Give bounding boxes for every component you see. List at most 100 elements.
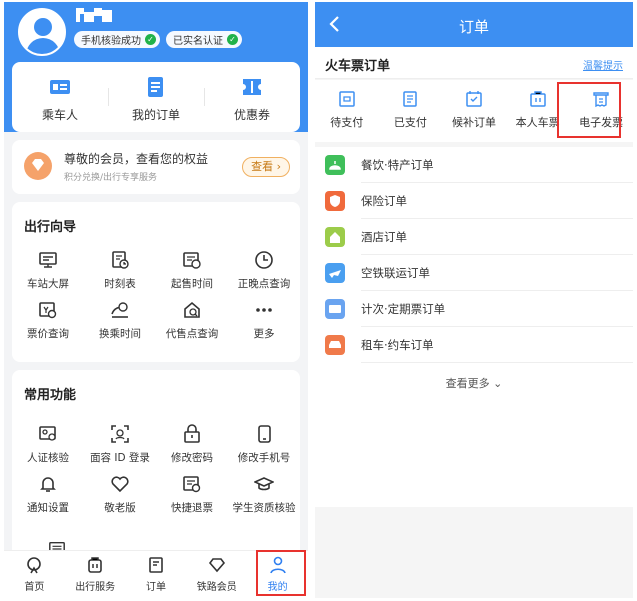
guide-item-transfer-time[interactable]: 换乘时间 xyxy=(84,300,156,350)
status-label: 已支付 xyxy=(393,116,427,129)
divider xyxy=(361,362,633,363)
period-ticket-icon xyxy=(325,299,345,319)
guide-item-agency-query[interactable]: 代售点查询 xyxy=(156,300,228,350)
order-item-label: 计次·定期票订单 xyxy=(361,302,446,316)
orders-page: 订单 火车票订单 温馨提示 待支付 已支付 候补订单 本人车票 电子发票 餐饮·… xyxy=(315,2,633,598)
status-pending-payment[interactable]: 待支付 xyxy=(315,80,379,142)
paid-icon xyxy=(403,91,418,107)
quick-link-my-orders[interactable]: 我的订单 xyxy=(108,62,204,132)
member-banner[interactable]: 尊敬的会员，查看您的权益 积分兑换/出行专享服务 查看 › xyxy=(12,140,300,194)
avatar[interactable] xyxy=(18,8,66,56)
refund-icon xyxy=(183,476,201,493)
clock-icon xyxy=(255,251,273,269)
func-item-elderly-mode[interactable]: 敬老版 xyxy=(84,474,156,524)
other-orders-list: 餐饮·特产订单 保险订单 酒店订单 空铁联运订单 计次·定期票订单 租车·约车订… xyxy=(315,147,633,507)
timetable-icon xyxy=(112,251,129,269)
face-id-icon xyxy=(111,425,129,443)
order-item-label: 餐饮·特产订单 xyxy=(361,158,434,172)
quick-link-coupons[interactable]: 优惠券 xyxy=(204,62,300,132)
tab-travel-service[interactable]: 出行服务 xyxy=(65,551,126,598)
coupon-icon xyxy=(243,79,261,95)
grid-label: 修改密码 xyxy=(171,452,213,464)
avatar-body-shape xyxy=(26,38,60,54)
func-item-notification-settings[interactable]: 通知设置 xyxy=(12,474,84,524)
phone-icon xyxy=(258,425,271,443)
avatar-head-shape xyxy=(34,18,52,36)
hotel-icon xyxy=(325,227,345,247)
mine-tab-highlight xyxy=(256,550,306,596)
id-verify-icon xyxy=(39,426,56,441)
badge-label: 手机核验成功 xyxy=(81,36,141,47)
order-item-insurance[interactable]: 保险订单 xyxy=(315,183,633,219)
func-item-change-phone[interactable]: 修改手机号 xyxy=(228,424,300,474)
order-item-hotel[interactable]: 酒店订单 xyxy=(315,219,633,255)
grid-label: 快捷退票 xyxy=(171,502,213,514)
func-item-quick-refund[interactable]: 快捷退票 xyxy=(156,474,228,524)
order-item-label: 租车·约车订单 xyxy=(361,338,434,352)
train-orders-header: 火车票订单 温馨提示 xyxy=(315,47,633,79)
own-ticket-icon xyxy=(529,91,546,107)
check-icon: ✓ xyxy=(227,34,238,45)
guide-item-timetable[interactable]: 时刻表 xyxy=(84,250,156,300)
guide-item-more[interactable]: 更多 xyxy=(228,300,300,350)
guide-item-station-screen[interactable]: 车站大屏 xyxy=(12,250,84,300)
grid-label: 修改手机号 xyxy=(237,452,291,464)
check-icon: ✓ xyxy=(145,34,156,45)
tab-orders[interactable]: 订单 xyxy=(126,551,187,598)
grid-label: 更多 xyxy=(253,328,275,340)
diamond-icon xyxy=(24,152,52,180)
my-page: 手机核验成功 ✓ 已实名认证 ✓ 乘车人 我的订单 优惠券 尊敬的会员，查看您的… xyxy=(4,2,308,598)
car-icon xyxy=(325,335,345,355)
grid-label: 票价查询 xyxy=(27,328,69,340)
quick-link-passenger[interactable]: 乘车人 xyxy=(12,62,108,132)
grid-label: 敬老版 xyxy=(104,502,136,514)
member-banner-subtitle: 积分兑换/出行专享服务 xyxy=(64,173,158,183)
view-more-link[interactable]: 查看更多 ⌄ xyxy=(315,375,633,391)
quick-link-label: 我的订单 xyxy=(131,108,180,122)
func-item-student-verify[interactable]: 学生资质核验 xyxy=(228,474,300,524)
quick-link-label: 优惠券 xyxy=(233,108,270,122)
order-item-food[interactable]: 餐饮·特产订单 xyxy=(315,147,633,183)
view-benefits-button[interactable]: 查看 › xyxy=(242,157,290,177)
grid-label: 换乘时间 xyxy=(99,328,141,340)
home-icon xyxy=(27,557,42,574)
guide-item-fare-query[interactable]: 票价查询 xyxy=(12,300,84,350)
bell-icon xyxy=(40,477,56,492)
train-orders-title: 火车票订单 xyxy=(325,59,391,74)
tab-home[interactable]: 首页 xyxy=(4,551,65,598)
air-rail-icon xyxy=(325,263,345,283)
agency-query-icon xyxy=(184,301,200,318)
grid-label: 车站大屏 xyxy=(27,278,69,290)
status-paid[interactable]: 已支付 xyxy=(379,80,443,142)
view-button-label: 查看 xyxy=(251,160,274,173)
order-item-air-rail[interactable]: 空铁联运订单 xyxy=(315,255,633,291)
order-tab-icon xyxy=(149,557,163,573)
func-item-change-password[interactable]: 修改密码 xyxy=(156,424,228,474)
guide-item-sale-time[interactable]: 起售时间 xyxy=(156,250,228,300)
insurance-icon xyxy=(325,191,345,211)
grid-label: 面容 ID 登录 xyxy=(90,452,150,464)
sale-time-icon xyxy=(183,252,201,269)
guide-item-delay-query[interactable]: 正晚点查询 xyxy=(228,250,300,300)
tab-railway-member[interactable]: 铁路会员 xyxy=(186,551,247,598)
grid-label: 人证核验 xyxy=(27,452,69,464)
grid-label: 代售点查询 xyxy=(165,328,219,340)
badge-label: 已实名认证 xyxy=(173,36,223,47)
member-banner-title: 尊敬的会员，查看您的权益 xyxy=(64,152,209,166)
status-label: 候补订单 xyxy=(451,116,496,129)
view-more-label: 查看更多 xyxy=(445,377,490,390)
lock-icon xyxy=(184,424,200,443)
transfer-time-icon xyxy=(111,302,128,318)
order-item-period-ticket[interactable]: 计次·定期票订单 xyxy=(315,291,633,327)
phone-verified-badge: 手机核验成功 ✓ xyxy=(74,31,160,48)
func-item-id-verify[interactable]: 人证核验 xyxy=(12,424,84,474)
func-item-face-id[interactable]: 面容 ID 登录 xyxy=(84,424,156,474)
travel-guide-section: 出行向导 车站大屏 时刻表 起售时间 正晚点查询 票价查询 换乘时间 代售点查询… xyxy=(12,202,300,362)
order-item-car-rental[interactable]: 租车·约车订单 xyxy=(315,327,633,363)
section-title: 常用功能 xyxy=(24,388,77,403)
status-waitlist[interactable]: 候补订单 xyxy=(442,80,506,142)
tips-link[interactable]: 温馨提示 xyxy=(583,57,623,72)
common-functions-section: 常用功能 人证核验 面容 ID 登录 修改密码 修改手机号 通知设置 敬老版 快… xyxy=(12,370,300,570)
waitlist-icon xyxy=(466,91,482,107)
tab-label: 出行服务 xyxy=(75,582,116,593)
